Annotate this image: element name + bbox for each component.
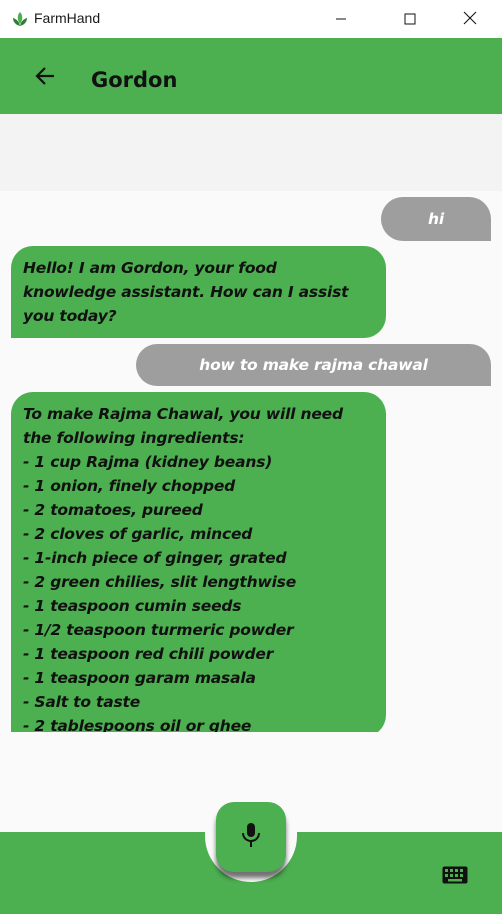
user-message: how to make rajma chawal — [136, 344, 491, 386]
close-button[interactable] — [447, 0, 493, 38]
arrow-left-icon — [34, 65, 56, 91]
window-titlebar: FarmHand — [0, 0, 502, 38]
user-message: hi — [381, 197, 491, 241]
microphone-button[interactable] — [216, 802, 286, 872]
chat-message-list[interactable]: hi Hello! I am Gordon, your food knowled… — [0, 191, 502, 732]
maximize-icon — [404, 10, 416, 29]
microphone-icon — [240, 822, 262, 852]
farmhand-logo-icon — [11, 10, 29, 28]
minimize-button[interactable] — [318, 0, 364, 38]
window-title: FarmHand — [34, 10, 101, 26]
header-spacer — [0, 114, 502, 191]
assistant-message: To make Rajma Chawal, you will need the … — [11, 392, 386, 732]
minimize-icon — [335, 10, 347, 29]
back-button[interactable] — [26, 60, 64, 96]
page-title: Gordon — [91, 68, 178, 92]
keyboard-button[interactable] — [441, 866, 469, 888]
keyboard-icon — [442, 866, 468, 888]
close-icon — [463, 10, 477, 29]
assistant-message: Hello! I am Gordon, your food knowledge … — [11, 246, 386, 338]
app-bar: Gordon — [0, 38, 502, 114]
maximize-button[interactable] — [387, 0, 433, 38]
